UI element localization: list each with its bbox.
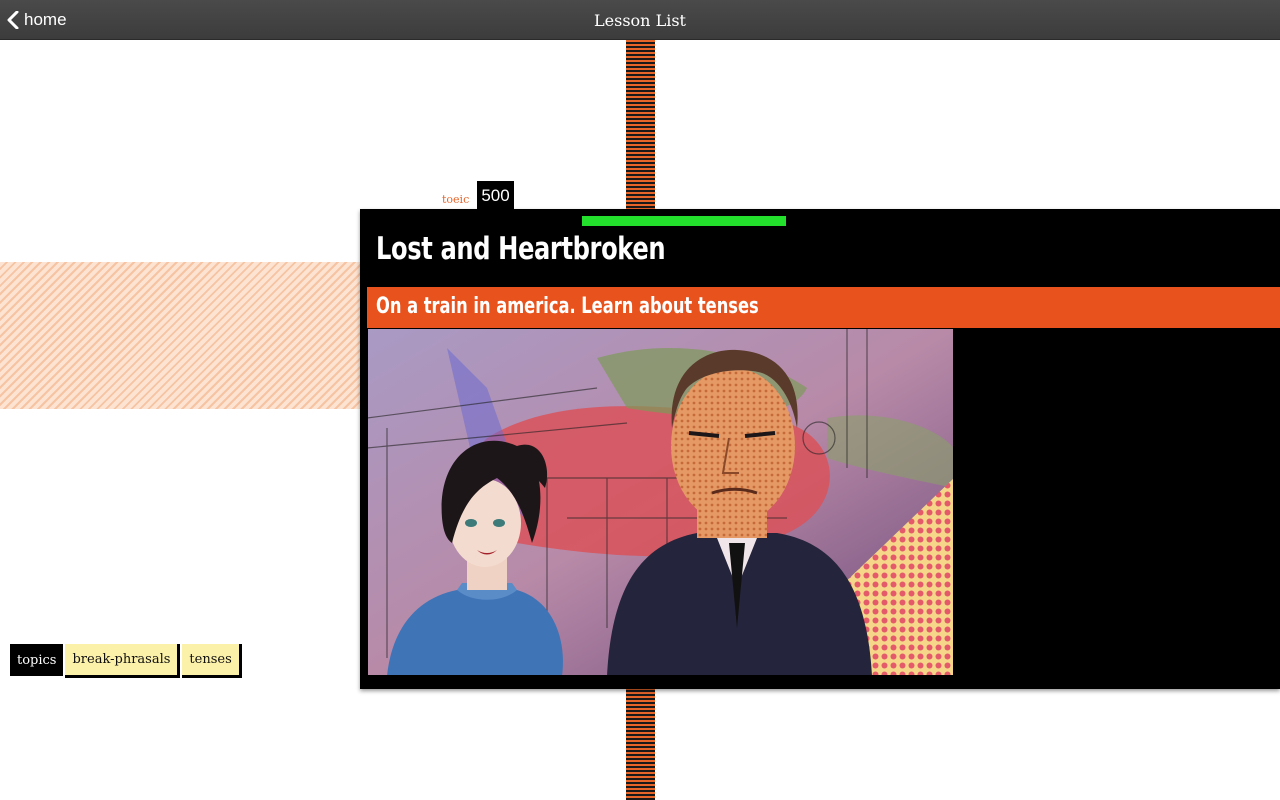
lesson-progress-bar — [582, 216, 1016, 226]
lesson-comic-illustration — [367, 328, 954, 676]
lesson-progress-fill — [582, 216, 786, 226]
page-title: Lesson List — [594, 11, 686, 30]
topics-header: topics — [10, 644, 64, 676]
lesson-subtitle-band: On a train in america. Learn about tense… — [367, 287, 1280, 328]
topic-tags: topics break-phrasals tenses — [10, 644, 242, 678]
lesson-title: Lost and Heartbroken — [376, 231, 666, 267]
tag-break-phrasals[interactable]: break-phrasals — [65, 644, 181, 678]
level-label: toeic — [442, 193, 470, 206]
level-badge: 500 — [477, 181, 514, 210]
top-navigation-bar: home Lesson List — [0, 0, 1280, 40]
decorative-diagonal-stripe-band — [0, 262, 362, 409]
lesson-subtitle: On a train in america. Learn about tense… — [376, 294, 759, 319]
tag-tenses[interactable]: tenses — [182, 644, 242, 678]
lesson-card[interactable]: Lost and Heartbroken On a train in ameri… — [360, 209, 1280, 689]
